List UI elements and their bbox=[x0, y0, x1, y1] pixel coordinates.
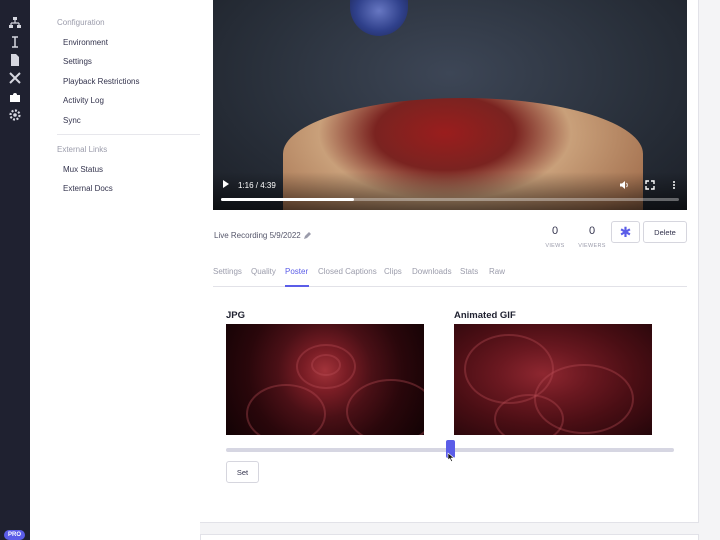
gif-poster-image bbox=[454, 324, 652, 435]
tab-raw[interactable]: Raw bbox=[489, 267, 505, 276]
views-count: 0 bbox=[551, 225, 559, 237]
tab-stats[interactable]: Stats bbox=[460, 267, 478, 276]
video-controls bbox=[213, 172, 687, 210]
tab-closed-captions[interactable]: Closed Captions bbox=[318, 267, 377, 276]
sidebar-item-sync[interactable]: Sync bbox=[63, 116, 81, 125]
sitemap-icon[interactable] bbox=[8, 16, 22, 30]
jpg-label: JPG bbox=[226, 310, 246, 321]
video-player[interactable]: 1:16 / 4:39 bbox=[213, 0, 687, 210]
video-progress-bar[interactable] bbox=[221, 198, 679, 201]
tab-poster[interactable]: Poster bbox=[285, 267, 308, 276]
tab-clips[interactable]: Clips bbox=[384, 267, 402, 276]
configuration-heading: Configuration bbox=[57, 18, 105, 27]
viewers-label: VIEWERS bbox=[578, 243, 606, 249]
video-progress-fill bbox=[221, 198, 354, 201]
video-time: 1:16 / 4:39 bbox=[238, 181, 276, 190]
next-card bbox=[200, 534, 699, 540]
document-icon[interactable] bbox=[8, 53, 22, 67]
tab-settings[interactable]: Settings bbox=[213, 267, 242, 276]
edit-pencil-icon[interactable] bbox=[303, 231, 312, 240]
active-tab-indicator bbox=[285, 285, 309, 287]
sidebar-item-environment[interactable]: Environment bbox=[63, 38, 108, 47]
fullscreen-icon[interactable] bbox=[645, 180, 655, 190]
mouse-pointer-icon bbox=[447, 452, 456, 462]
sidebar-item-activity-log[interactable]: Activity Log bbox=[63, 96, 104, 105]
sidebar-item-settings[interactable]: Settings bbox=[63, 57, 92, 66]
sidebar-item-external-docs[interactable]: External Docs bbox=[63, 184, 113, 193]
delete-button[interactable]: Delete bbox=[643, 221, 687, 243]
volume-icon[interactable] bbox=[619, 180, 629, 190]
icon-rail: PRO bbox=[0, 0, 30, 540]
viewers-count: 0 bbox=[588, 225, 596, 237]
pro-badge: PRO bbox=[4, 530, 25, 540]
play-icon[interactable] bbox=[223, 180, 229, 188]
external-links-heading: External Links bbox=[57, 145, 108, 154]
asset-title: Live Recording 5/9/2022 bbox=[214, 231, 301, 240]
jpg-poster-image bbox=[226, 324, 424, 435]
tools-icon[interactable] bbox=[8, 71, 22, 85]
tab-quality[interactable]: Quality bbox=[251, 267, 276, 276]
cursor-text-icon[interactable] bbox=[8, 35, 22, 49]
sidebar-divider bbox=[57, 134, 207, 135]
gif-label: Animated GIF bbox=[454, 310, 516, 321]
star-button[interactable]: ✱ bbox=[611, 221, 640, 243]
sidebar-item-mux-status[interactable]: Mux Status bbox=[63, 165, 103, 174]
sidebar-item-playback-restrictions[interactable]: Playback Restrictions bbox=[63, 77, 139, 86]
tab-downloads[interactable]: Downloads bbox=[412, 267, 452, 276]
set-button[interactable]: Set bbox=[226, 461, 259, 483]
more-options-icon[interactable] bbox=[669, 180, 679, 190]
gear-icon[interactable] bbox=[8, 108, 22, 122]
asset-tabs: Settings Quality Poster Closed Captions … bbox=[213, 264, 687, 287]
video-frame-drop bbox=[350, 0, 408, 36]
puzzle-icon[interactable] bbox=[8, 90, 22, 104]
sidebar: Configuration Environment Settings Playb… bbox=[30, 0, 207, 540]
views-label: VIEWS bbox=[545, 243, 565, 249]
